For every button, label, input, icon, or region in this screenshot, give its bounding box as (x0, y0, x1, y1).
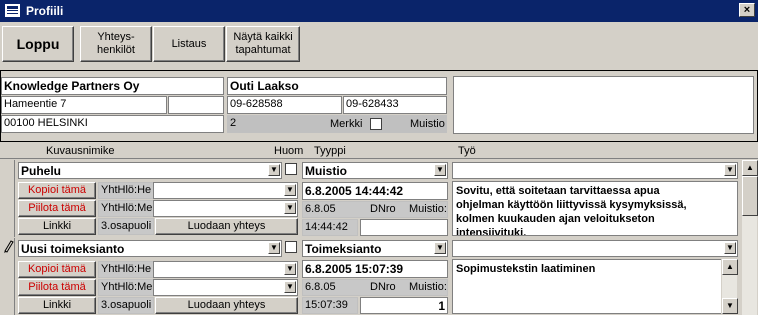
date-value: 6.8.05 (305, 281, 336, 293)
dropdown-arrow-icon[interactable]: ▼ (434, 164, 446, 176)
main-scrollbar[interactable]: ▲ (741, 160, 758, 315)
col-huom: Huom (274, 145, 304, 157)
dropdown-arrow-icon[interactable]: ▼ (284, 281, 296, 293)
merkki-label: Merkki (330, 118, 363, 130)
muistio-label: Muistio: (409, 281, 447, 293)
pencil-icon (4, 240, 14, 253)
tyyppi-combo[interactable]: Toimeksianto ▼ (302, 240, 448, 257)
person-field[interactable]: Outi Laakso (227, 77, 447, 95)
window-title: Profiili (26, 4, 64, 18)
luodaan-yhteys-button[interactable]: Luodaan yhteys (155, 218, 298, 235)
record-selector[interactable] (1, 238, 15, 315)
dropdown-arrow-icon[interactable]: ▼ (724, 242, 736, 254)
company-field[interactable]: Knowledge Partners Oy (1, 77, 224, 95)
merkki-checkbox[interactable] (370, 118, 382, 130)
street-extra-field[interactable] (168, 96, 224, 114)
col-tyo: Työ (458, 145, 476, 157)
memo-field[interactable]: Sopimustekstin laatiminen (452, 259, 722, 314)
memo-field[interactable]: Sovitu, että soitetaan tarvittaessa apua… (452, 181, 738, 236)
col-kuvausnimike: Kuvausnimike (46, 145, 115, 157)
dropdown-arrow-icon[interactable]: ▼ (268, 242, 280, 254)
date-value: 6.8.05 (305, 203, 336, 215)
col-tyyppi: Tyyppi (314, 145, 346, 157)
kuvausnimike-value: Puhelu (21, 164, 62, 178)
postal-field[interactable]: 00100 HELSINKI (1, 115, 224, 133)
datetime-field[interactable]: 6.8.2005 15:07:39 (302, 260, 448, 278)
dropdown-arrow-icon[interactable]: ▼ (724, 164, 736, 176)
yht-he-label: YhtHlö:He (101, 184, 152, 196)
time-field: 14:44:42 (302, 219, 358, 236)
scroll-up-icon[interactable]: ▲ (722, 259, 738, 275)
kopioi-button[interactable]: Kopioi tämä (18, 182, 96, 199)
yht-me-combo[interactable]: ▼ (153, 200, 298, 217)
dnro-label: DNro (370, 203, 396, 215)
yht-he-combo[interactable]: ▼ (153, 182, 298, 199)
luodaan-yhteys-button[interactable]: Luodaan yhteys (155, 297, 298, 314)
scroll-down-icon[interactable]: ▼ (722, 298, 738, 314)
piilota-button[interactable]: Piilota tämä (18, 279, 96, 296)
dropdown-arrow-icon[interactable]: ▼ (284, 202, 296, 214)
dnro-label: DNro (370, 281, 396, 293)
muistio-value-field[interactable] (360, 219, 448, 236)
muistio-header-label: Muistio (410, 118, 445, 130)
huom-checkbox[interactable] (285, 163, 297, 175)
huom-checkbox[interactable] (285, 241, 297, 253)
listaus-button[interactable]: Listaus (153, 26, 225, 62)
dropdown-arrow-icon[interactable]: ▼ (284, 184, 296, 196)
tyo-combo[interactable]: ▼ (452, 162, 738, 179)
tyyppi-combo[interactable]: Muistio ▼ (302, 162, 448, 179)
street-field[interactable]: Hameentie 7 (1, 96, 167, 114)
notes-field[interactable] (453, 76, 754, 134)
tyyppi-value: Muistio (305, 164, 347, 178)
yht-me-label: YhtHlö:Me (101, 202, 153, 214)
yhteyshenkilot-button[interactable]: Yhteys- henkilöt (80, 26, 152, 62)
dropdown-arrow-icon[interactable]: ▼ (284, 263, 296, 275)
datetime-field[interactable]: 6.8.2005 14:44:42 (302, 182, 448, 200)
memo-scrollbar[interactable]: ▲ ▼ (721, 259, 738, 314)
nayta-kaikki-button[interactable]: Näytä kaikki tapahtumat (226, 26, 300, 62)
kuvausnimike-combo[interactable]: Uusi toimeksianto ▼ (18, 240, 282, 257)
dropdown-arrow-icon[interactable]: ▼ (268, 164, 280, 176)
yht-me-label: YhtHlö:Me (101, 281, 153, 293)
osapuoli-label: 3.osapuoli (101, 299, 152, 311)
scroll-thumb[interactable] (742, 176, 758, 216)
linkki-button[interactable]: Linkki (18, 218, 96, 235)
linkki-button[interactable]: Linkki (18, 297, 96, 314)
scroll-up-icon[interactable]: ▲ (742, 160, 758, 176)
yht-me-combo[interactable]: ▼ (153, 279, 298, 296)
osapuoli-label: 3.osapuoli (101, 220, 152, 232)
close-button[interactable]: × (739, 3, 755, 17)
kuvausnimike-value: Uusi toimeksianto (21, 242, 125, 256)
yht-he-label: YhtHlö:He (101, 263, 152, 275)
kuvausnimike-combo[interactable]: Puhelu ▼ (18, 162, 282, 179)
dropdown-arrow-icon[interactable]: ▼ (434, 242, 446, 254)
phone2-field[interactable]: 09-628433 (343, 96, 447, 114)
muistio-value-field[interactable]: 1 (360, 297, 448, 314)
tyo-combo[interactable]: ▼ (452, 240, 738, 257)
kopioi-button[interactable]: Kopioi tämä (18, 261, 96, 278)
piilota-button[interactable]: Piilota tämä (18, 200, 96, 217)
time-field: 15:07:39 (302, 297, 358, 314)
record-selector[interactable] (1, 160, 15, 237)
muistio-label: Muistio: (409, 203, 447, 215)
form-icon (5, 4, 20, 17)
title-bar: Profiili × (0, 0, 758, 22)
tyyppi-value: Toimeksianto (305, 242, 382, 256)
yht-he-combo[interactable]: ▼ (153, 261, 298, 278)
loppu-button[interactable]: Loppu (2, 26, 74, 62)
phone1-field[interactable]: 09-628588 (227, 96, 342, 114)
